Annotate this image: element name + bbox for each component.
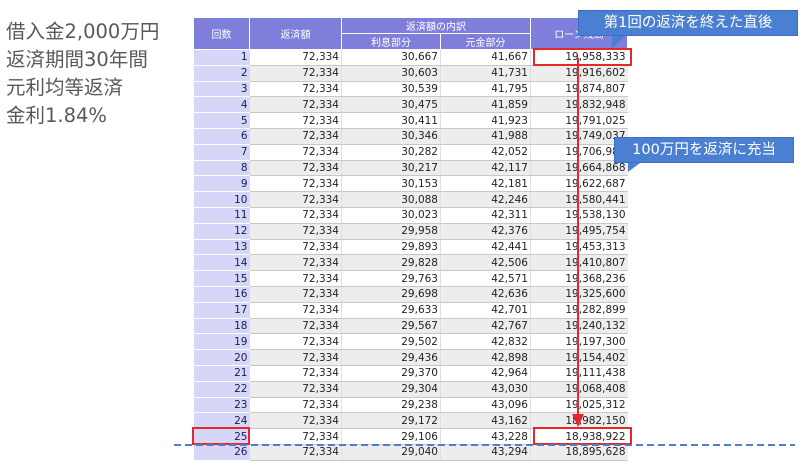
first-balance-highlight bbox=[533, 48, 632, 66]
balance-arrow-head bbox=[572, 414, 584, 427]
annotation-layer bbox=[174, 33, 795, 446]
payment-25-count-highlight bbox=[192, 427, 250, 445]
first-payment-callout: 第1回の返済を終えた直後 bbox=[578, 10, 798, 36]
prepayment-callout: 100万円を返済に充当 bbox=[614, 137, 794, 163]
payment-25-balance-highlight bbox=[533, 427, 632, 445]
